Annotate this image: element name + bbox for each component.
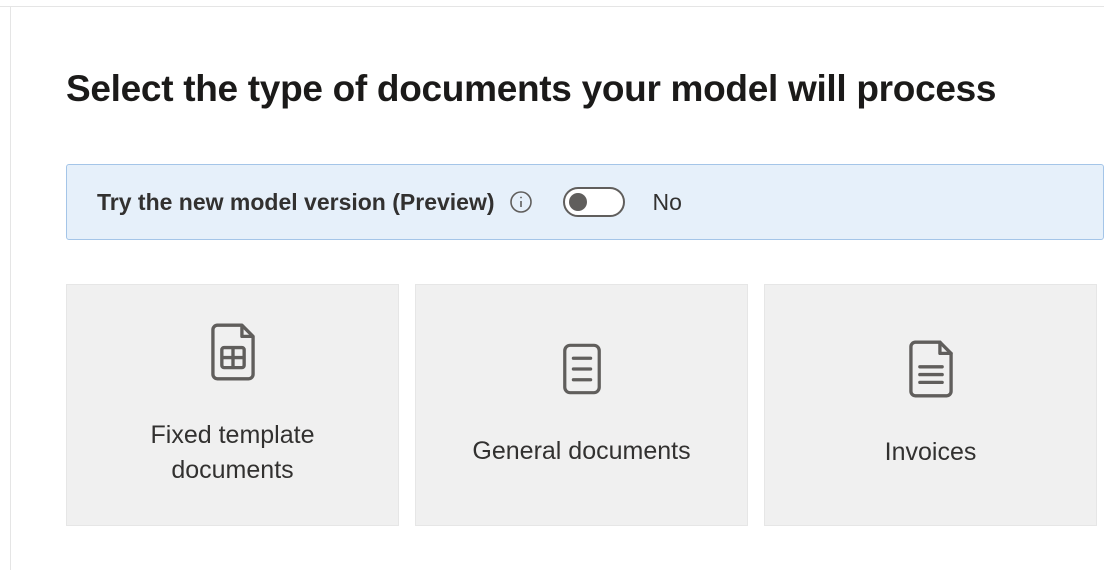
card-invoices[interactable]: Invoices bbox=[764, 284, 1097, 526]
preview-label: Try the new model version (Preview) bbox=[97, 189, 495, 216]
document-type-cards: Fixed template documents General documen… bbox=[66, 284, 1104, 526]
table-document-icon bbox=[208, 323, 258, 386]
list-document-icon bbox=[558, 341, 606, 402]
preview-banner: Try the new model version (Preview) No bbox=[66, 164, 1104, 240]
main-content: Select the type of documents your model … bbox=[0, 0, 1104, 526]
page-title: Select the type of documents your model … bbox=[66, 68, 1104, 110]
card-title: Invoices bbox=[885, 435, 977, 470]
info-icon[interactable] bbox=[509, 190, 533, 214]
lines-document-icon bbox=[906, 340, 956, 403]
card-title: General documents bbox=[472, 434, 690, 469]
card-fixed-template-documents[interactable]: Fixed template documents bbox=[66, 284, 399, 526]
divider-top bbox=[0, 6, 1104, 7]
divider-left bbox=[10, 6, 11, 570]
card-general-documents[interactable]: General documents bbox=[415, 284, 748, 526]
toggle-state-label: No bbox=[653, 189, 682, 216]
toggle-knob bbox=[569, 193, 587, 211]
card-title: Fixed template documents bbox=[103, 418, 363, 488]
preview-toggle[interactable] bbox=[563, 187, 625, 217]
